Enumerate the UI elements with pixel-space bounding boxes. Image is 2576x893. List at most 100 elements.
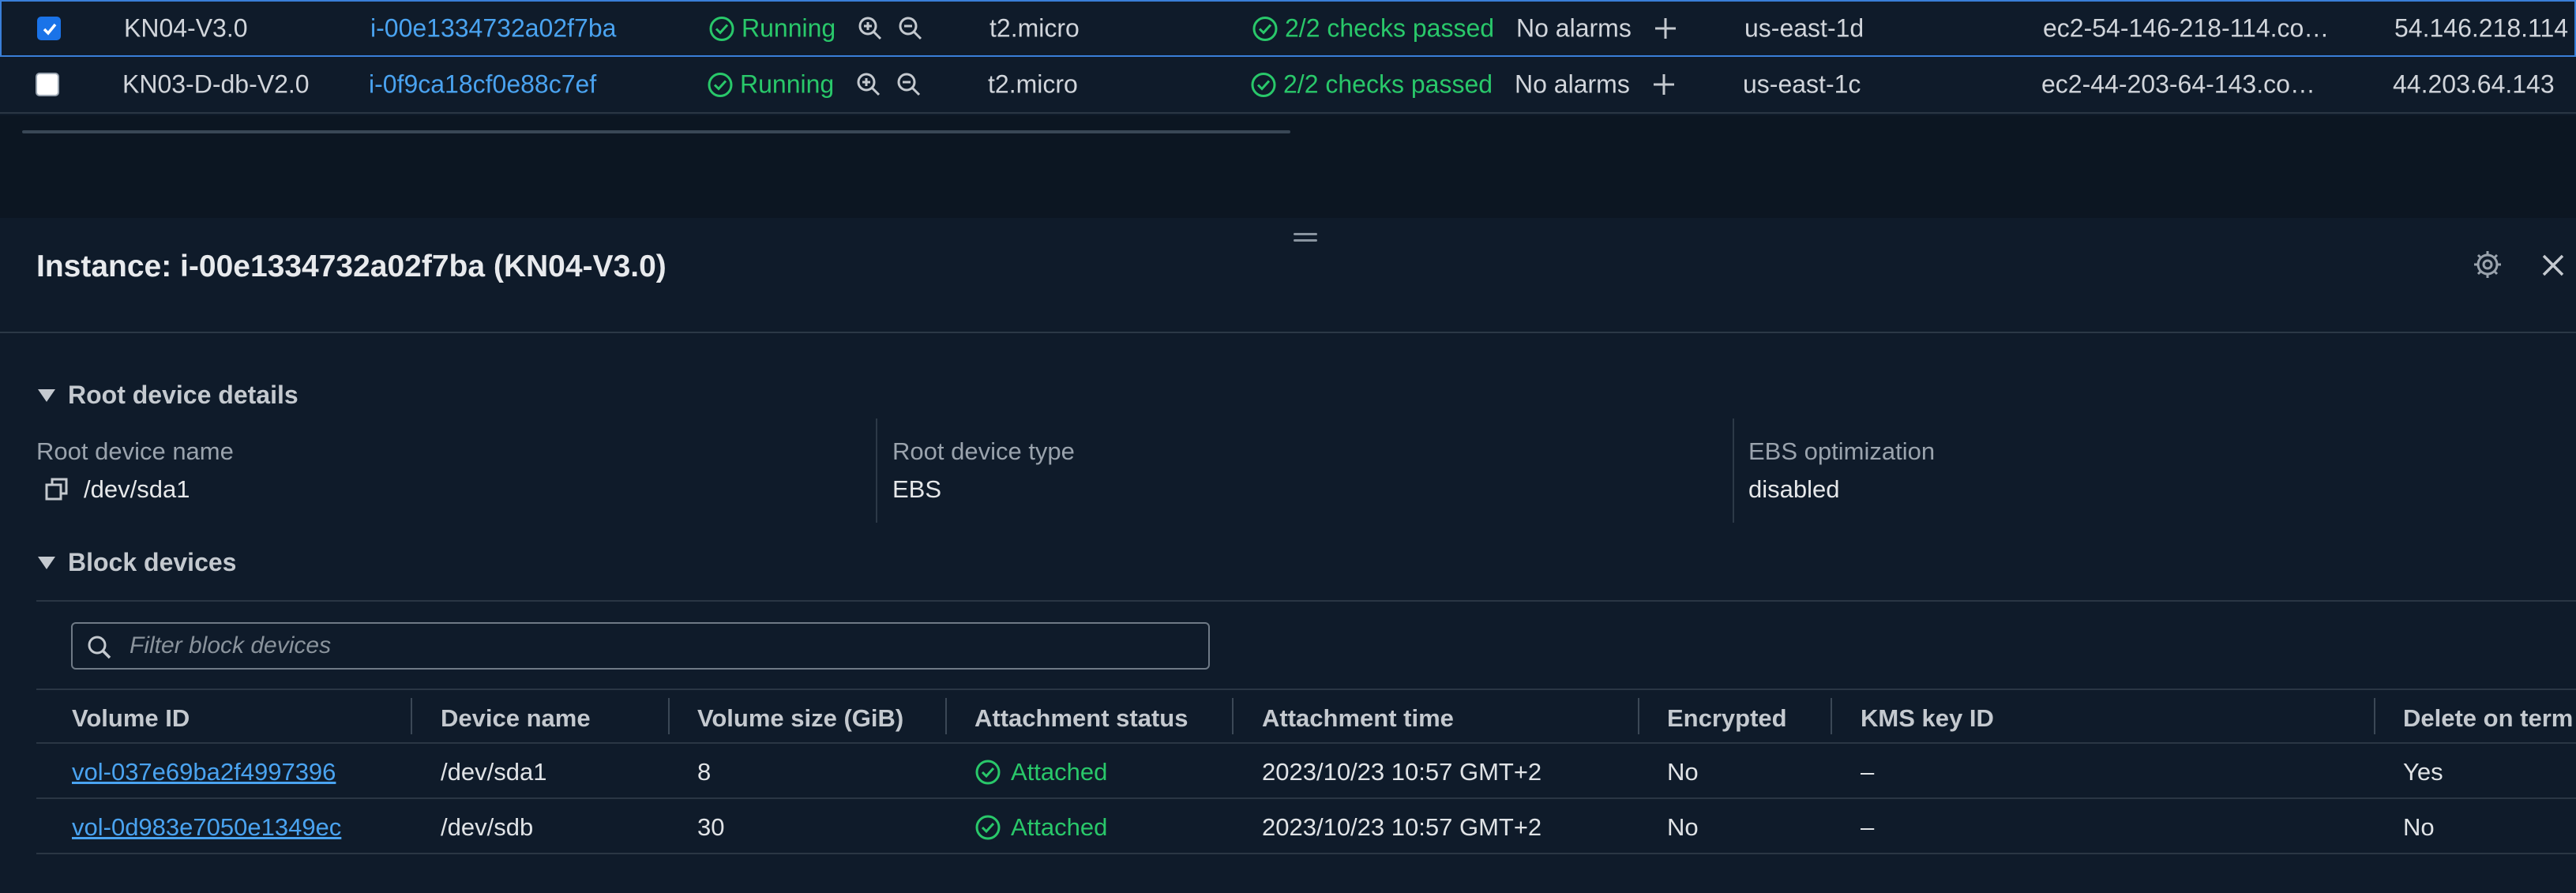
- table-row: vol-037e69ba2f4997396 /dev/sda1 8 Attach…: [36, 744, 2576, 799]
- panel-divider: [0, 332, 2576, 333]
- state-label: Running: [740, 69, 835, 99]
- root-device-name-label: Root device name: [36, 437, 234, 465]
- zoom-in-icon[interactable]: [855, 71, 882, 98]
- resize-handle[interactable]: [1294, 233, 1317, 246]
- instance-state: Running: [707, 70, 834, 99]
- attachment-status: Attached: [974, 758, 1107, 786]
- block-section-title: Block devices: [68, 548, 237, 576]
- state-label: Running: [742, 13, 836, 43]
- filter-block-devices[interactable]: [71, 622, 1210, 670]
- volume-id-link[interactable]: vol-0d983e7050e1349ec: [72, 813, 341, 842]
- col-volume-id[interactable]: Volume ID: [72, 704, 190, 733]
- delete-on-termination: Yes: [2403, 758, 2443, 786]
- zoom-in-icon[interactable]: [857, 15, 884, 42]
- table-row: vol-0d983e7050e1349ec /dev/sdb 30 Attach…: [36, 799, 2576, 854]
- checks-label: 2/2 checks passed: [1283, 69, 1493, 99]
- close-icon[interactable]: [2539, 251, 2567, 280]
- row-checkbox[interactable]: [37, 17, 61, 40]
- alarm-status: No alarms: [1515, 69, 1630, 99]
- alarm-status: No alarms: [1516, 13, 1632, 43]
- root-device-section-toggle[interactable]: Root device details: [38, 381, 299, 410]
- instance-id-link[interactable]: i-0f9ca18cf0e88c7ef: [369, 70, 596, 99]
- device-name: /dev/sdb: [441, 813, 534, 841]
- col-device-name[interactable]: Device name: [441, 704, 591, 733]
- instance-row[interactable]: KN04-V3.0 i-00e1334732a02f7ba Running t2…: [0, 0, 2576, 57]
- gear-icon[interactable]: [2473, 250, 2503, 280]
- kms-key-id: –: [1861, 758, 1875, 786]
- col-attachment-time[interactable]: Attachment time: [1262, 704, 1454, 733]
- ebs-optimization-value: disabled: [1748, 475, 1840, 503]
- instance-type: t2.micro: [989, 13, 1080, 43]
- root-device-name-value: /dev/sda1: [44, 475, 190, 504]
- check-circle-icon: [975, 815, 1001, 840]
- root-device-type-label: Root device type: [892, 437, 1075, 465]
- horizontal-scrollbar[interactable]: [22, 130, 1290, 133]
- instances-table: KN04-V3.0 i-00e1334732a02f7ba Running t2…: [0, 0, 2576, 115]
- copy-icon[interactable]: [44, 477, 69, 502]
- attachment-time: 2023/10/23 10:57 GMT+2: [1262, 813, 1542, 841]
- root-device-type-value: EBS: [892, 475, 942, 503]
- column-divider: [1733, 418, 1734, 523]
- zoom-out-icon[interactable]: [897, 15, 924, 42]
- instance-state: Running: [708, 14, 836, 43]
- block-devices-header: Volume ID Device name Volume size (GiB) …: [36, 689, 2576, 744]
- availability-zone: us-east-1d: [1744, 13, 1864, 43]
- col-delete-on-termination[interactable]: Delete on term: [2403, 704, 2573, 733]
- encrypted: No: [1667, 758, 1699, 786]
- search-icon: [88, 636, 111, 659]
- device-name: /dev/sda1: [441, 758, 547, 786]
- col-resizer[interactable]: [1831, 698, 1832, 734]
- attachment-status: Attached: [974, 813, 1107, 842]
- public-ip: 54.146.218.114: [2394, 13, 2569, 43]
- caret-down-icon: [38, 388, 55, 402]
- add-alarm-icon[interactable]: [1652, 15, 1679, 42]
- attachment-time: 2023/10/23 10:57 GMT+2: [1262, 758, 1542, 786]
- checks-label: 2/2 checks passed: [1285, 13, 1495, 43]
- add-alarm-icon[interactable]: [1650, 71, 1677, 98]
- col-resizer[interactable]: [411, 698, 412, 734]
- check-circle-icon: [975, 760, 1001, 785]
- public-dns: ec2-44-203-64-143.co…: [2041, 69, 2315, 99]
- attachment-status-label: Attached: [1011, 758, 1108, 786]
- check-circle-icon: [709, 16, 734, 41]
- instance-row[interactable]: KN03-D-db-V2.0 i-0f9ca18cf0e88c7ef Runni…: [0, 57, 2576, 114]
- attachment-status-label: Attached: [1011, 813, 1108, 841]
- instance-id-link[interactable]: i-00e1334732a02f7ba: [370, 14, 616, 43]
- public-ip: 44.203.64.143: [2393, 69, 2555, 99]
- col-attachment-status[interactable]: Attachment status: [974, 704, 1188, 733]
- volume-size: 8: [697, 758, 712, 786]
- zoom-out-icon[interactable]: [896, 71, 922, 98]
- encrypted: No: [1667, 813, 1699, 841]
- availability-zone: us-east-1c: [1743, 69, 1861, 99]
- delete-on-termination: No: [2403, 813, 2435, 841]
- instance-name: KN03-D-db-V2.0: [122, 69, 310, 99]
- col-encrypted[interactable]: Encrypted: [1667, 704, 1787, 733]
- status-checks: 2/2 checks passed: [1252, 14, 1494, 43]
- check-circle-icon: [1252, 16, 1278, 41]
- panel-title: Instance: i-00e1334732a02f7ba (KN04-V3.0…: [36, 250, 667, 283]
- col-volume-size[interactable]: Volume size (GiB): [697, 704, 903, 733]
- block-devices-section-toggle[interactable]: Block devices: [38, 548, 236, 577]
- root-device-name-text: /dev/sda1: [84, 475, 190, 503]
- volume-id-link[interactable]: vol-037e69ba2f4997396: [72, 758, 336, 786]
- check-circle-icon: [1251, 72, 1276, 97]
- ebs-optimization-label: EBS optimization: [1748, 437, 1936, 465]
- col-resizer[interactable]: [1638, 698, 1639, 734]
- instance-name: KN04-V3.0: [124, 13, 248, 43]
- root-section-title: Root device details: [68, 381, 299, 409]
- status-checks: 2/2 checks passed: [1250, 70, 1493, 99]
- col-resizer[interactable]: [668, 698, 670, 734]
- filter-input[interactable]: [130, 630, 1188, 662]
- col-kms-key-id[interactable]: KMS key ID: [1861, 704, 1994, 733]
- col-resizer[interactable]: [945, 698, 947, 734]
- public-dns: ec2-54-146-218-114.co…: [2043, 13, 2330, 43]
- check-circle-icon: [708, 72, 733, 97]
- row-checkbox[interactable]: [36, 73, 59, 96]
- instance-type: t2.micro: [988, 69, 1078, 99]
- col-resizer[interactable]: [1232, 698, 1234, 734]
- kms-key-id: –: [1861, 813, 1875, 841]
- caret-down-icon: [38, 556, 55, 569]
- col-resizer[interactable]: [2374, 698, 2375, 734]
- column-divider: [876, 418, 877, 523]
- volume-size: 30: [697, 813, 725, 841]
